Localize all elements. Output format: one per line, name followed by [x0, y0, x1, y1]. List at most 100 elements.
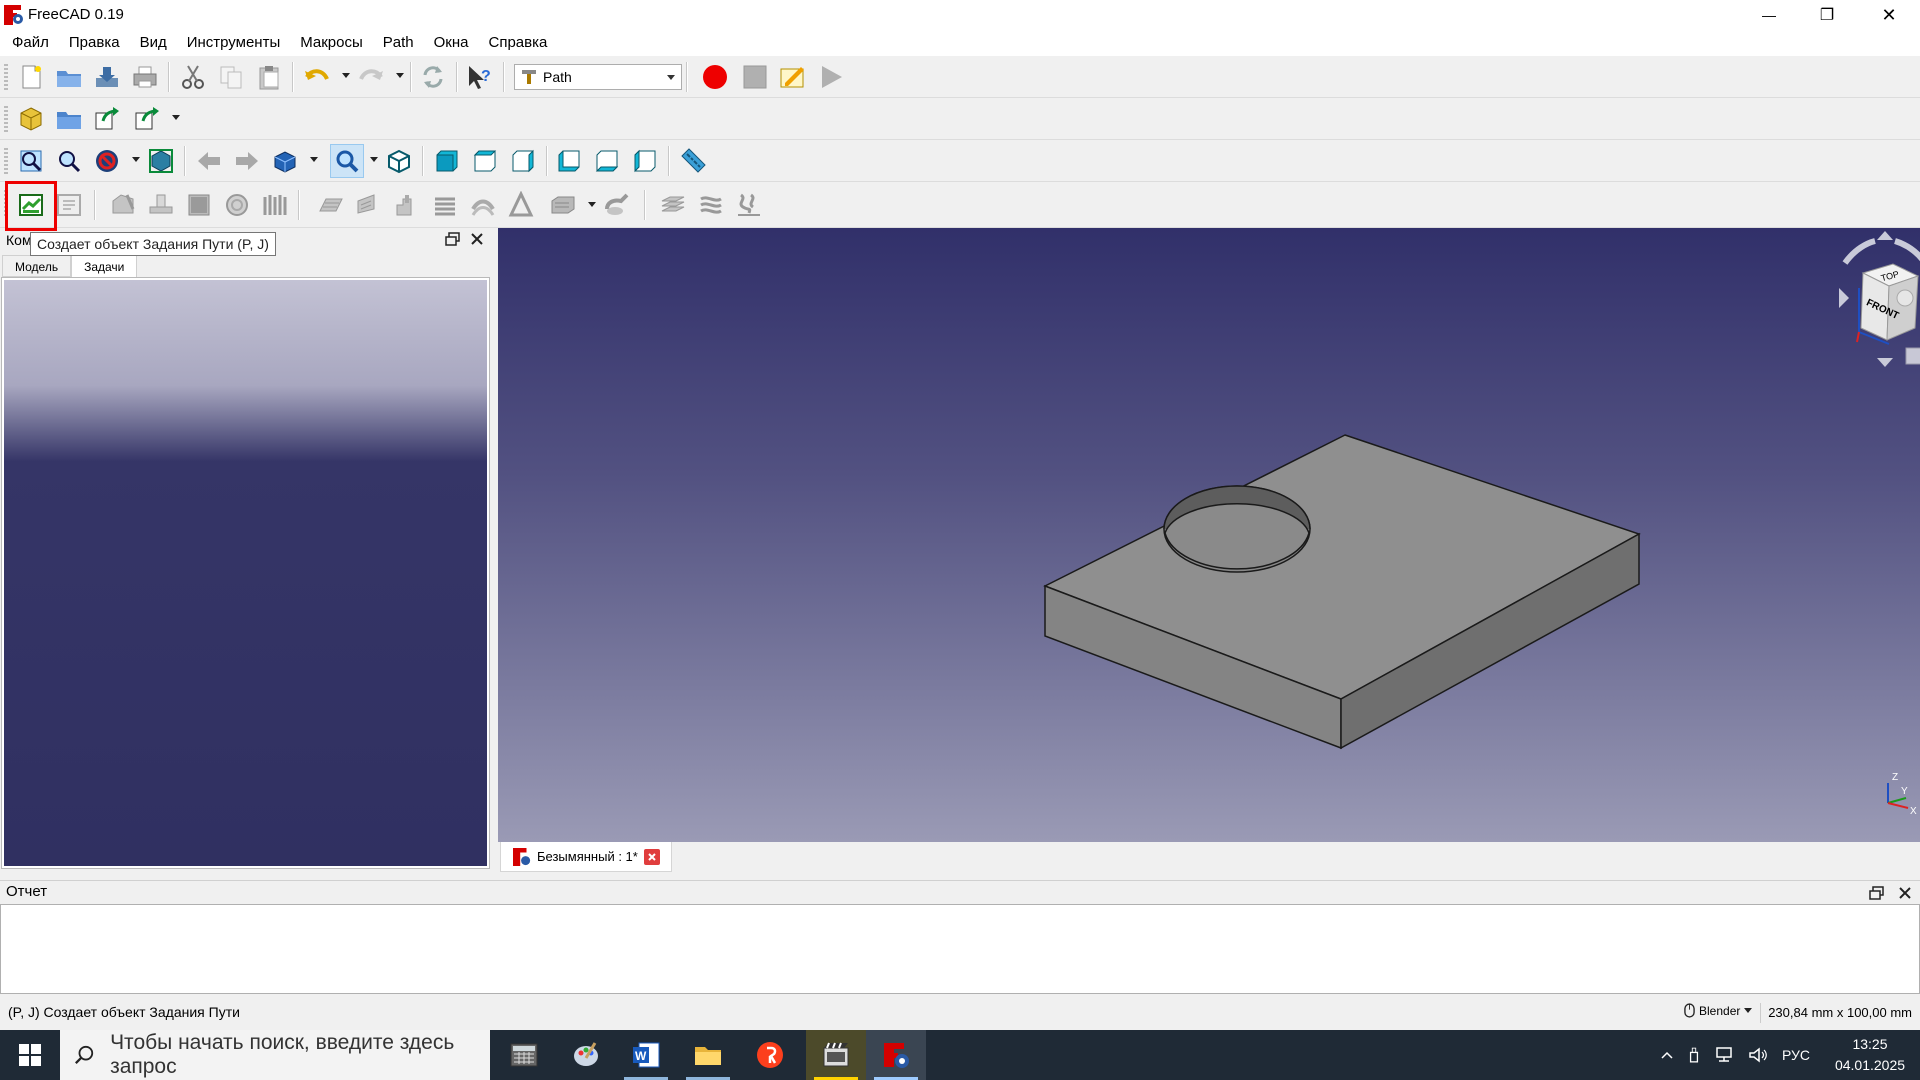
fit-all-icon[interactable] [14, 144, 48, 178]
tab-tasks[interactable]: Задачи [71, 255, 138, 277]
bounding-box-icon[interactable] [144, 144, 178, 178]
menu-edit[interactable]: Правка [59, 30, 130, 56]
menu-path[interactable]: Path [373, 30, 424, 56]
solid-block[interactable] [1043, 434, 1641, 750]
surface-dropdown-icon[interactable] [588, 202, 596, 207]
print-icon[interactable] [128, 60, 162, 94]
close-window-button[interactable]: ✕ [1860, 0, 1918, 30]
rear-view-icon[interactable] [552, 144, 586, 178]
macro-record-icon[interactable] [698, 60, 732, 94]
paste-icon[interactable] [252, 60, 286, 94]
video-editor-app-icon[interactable] [806, 1030, 866, 1080]
deburr-icon[interactable] [390, 188, 424, 222]
yandex-app-icon[interactable] [740, 1030, 800, 1080]
left-view-icon[interactable] [628, 144, 662, 178]
waterline-icon[interactable] [504, 188, 538, 222]
navigation-cube[interactable]: TOP FRONT [1839, 231, 1920, 367]
std-views-icon[interactable] [268, 144, 302, 178]
open-icon[interactable] [52, 60, 86, 94]
menu-macro[interactable]: Макросы [290, 30, 373, 56]
post-process-icon[interactable] [52, 188, 86, 222]
close-tab-icon[interactable] [643, 848, 660, 865]
redo-dropdown-icon[interactable] [396, 73, 404, 78]
save-icon[interactable] [90, 60, 124, 94]
std-views-dropdown-icon[interactable] [310, 157, 318, 162]
menu-file[interactable]: Файл [2, 30, 59, 56]
link-actions-icon[interactable] [130, 102, 164, 136]
helix-icon[interactable] [220, 188, 254, 222]
slot-icon[interactable] [600, 188, 634, 222]
usb-icon[interactable] [1688, 1046, 1700, 1064]
network-icon[interactable] [1714, 1047, 1734, 1063]
create-part-icon[interactable] [14, 102, 48, 136]
fit-selection-icon[interactable] [52, 144, 86, 178]
stack-icon[interactable] [694, 188, 728, 222]
top-view-icon[interactable] [468, 144, 502, 178]
profile-icon[interactable] [106, 188, 140, 222]
face-icon[interactable] [182, 188, 216, 222]
zoom-dropdown-icon[interactable] [370, 157, 378, 162]
undock-icon[interactable] [444, 230, 462, 248]
menu-view[interactable]: Вид [130, 30, 177, 56]
draw-style-dropdown-icon[interactable] [132, 157, 140, 162]
calculator-app-icon[interactable] [494, 1030, 554, 1080]
front-view-icon[interactable] [430, 144, 464, 178]
macro-edit-icon[interactable] [776, 60, 810, 94]
maximize-button[interactable]: ❐ [1798, 0, 1856, 30]
start-button[interactable] [0, 1030, 60, 1080]
macro-stop-icon[interactable] [738, 60, 772, 94]
tab-model[interactable]: Модель [2, 255, 72, 277]
macro-run-icon[interactable] [814, 60, 848, 94]
taskbar-clock[interactable]: 13:25 04.01.2025 [1820, 1034, 1920, 1076]
navigation-style-selector[interactable]: Blender [1684, 1003, 1753, 1018]
zoom-icon[interactable] [330, 144, 364, 178]
paint-app-icon[interactable] [556, 1030, 616, 1080]
volume-icon[interactable] [1748, 1047, 1768, 1063]
engrave-icon[interactable] [352, 188, 386, 222]
workbench-selector[interactable]: Path [514, 64, 682, 90]
close-panel-icon[interactable] [468, 230, 486, 248]
menu-windows[interactable]: Окна [424, 30, 479, 56]
right-view-icon[interactable] [506, 144, 540, 178]
document-tabbar [498, 842, 1920, 872]
back-icon[interactable] [192, 144, 226, 178]
create-link-icon[interactable] [90, 102, 124, 136]
pocket-icon[interactable] [144, 188, 178, 222]
word-app-icon[interactable]: W [616, 1030, 676, 1080]
create-group-icon[interactable] [52, 102, 86, 136]
vcarve-icon[interactable] [428, 188, 462, 222]
copy-icon[interactable] [214, 60, 248, 94]
inspect-icon[interactable] [732, 188, 766, 222]
menu-tools[interactable]: Инструменты [177, 30, 291, 56]
refresh-icon[interactable] [416, 60, 450, 94]
document-tab[interactable]: Безымянный : 1* [500, 842, 672, 872]
freecad-app-icon[interactable] [866, 1030, 926, 1080]
draw-style-icon[interactable] [90, 144, 124, 178]
report-undock-icon[interactable] [1868, 884, 1886, 902]
taskbar-search[interactable]: Чтобы начать поиск, введите здесь запрос [60, 1030, 490, 1080]
explorer-app-icon[interactable] [678, 1030, 738, 1080]
drilling-icon[interactable] [466, 188, 500, 222]
new-document-icon[interactable] [14, 60, 48, 94]
measure-icon[interactable] [676, 144, 710, 178]
bottom-view-icon[interactable] [590, 144, 624, 178]
tray-chevron-up-icon[interactable] [1660, 1048, 1674, 1062]
adaptive-icon[interactable] [314, 188, 348, 222]
report-close-icon[interactable] [1896, 884, 1914, 902]
forward-icon[interactable] [230, 144, 264, 178]
link-actions-dropdown-icon[interactable] [172, 115, 180, 120]
3d-view[interactable]: TOP FRONT Z Y X [498, 228, 1920, 842]
undo-icon[interactable] [300, 60, 334, 94]
simulator-icon[interactable] [656, 188, 690, 222]
input-language[interactable]: РУС [1782, 1047, 1810, 1063]
isometric-icon[interactable] [382, 144, 416, 178]
whats-this-icon[interactable]: ? [462, 60, 496, 94]
menu-help[interactable]: Справка [479, 30, 558, 56]
report-view-body[interactable] [0, 904, 1920, 994]
undo-dropdown-icon[interactable] [342, 73, 350, 78]
cut-icon[interactable] [176, 60, 210, 94]
array-icon[interactable] [258, 188, 292, 222]
surface-icon[interactable] [546, 188, 580, 222]
redo-icon[interactable] [354, 60, 388, 94]
minimize-button[interactable]: — [1740, 0, 1798, 30]
